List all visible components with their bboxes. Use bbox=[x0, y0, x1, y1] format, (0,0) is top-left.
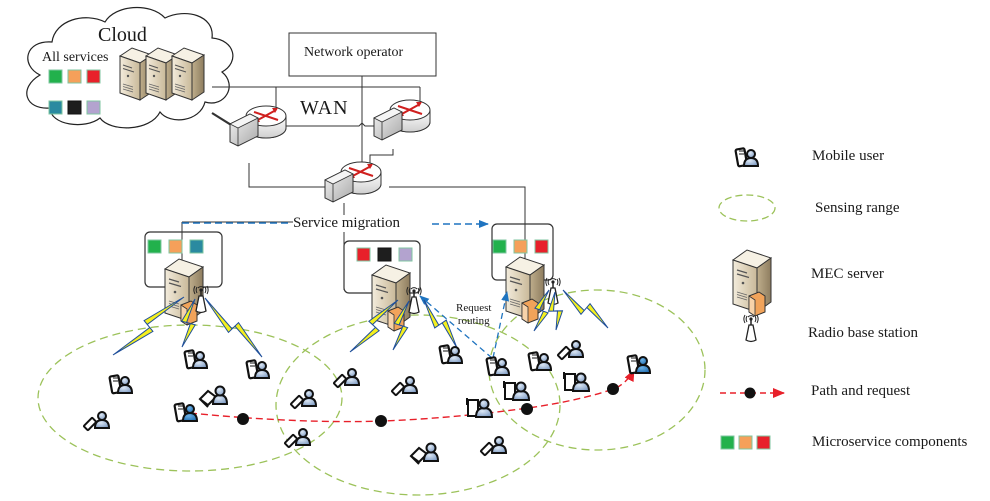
legend-label-microservice-components: Microservice components bbox=[812, 434, 968, 450]
microservice-square bbox=[738, 435, 753, 450]
edge-node-left bbox=[144, 222, 223, 326]
path-waypoint bbox=[607, 383, 619, 395]
mobile-user bbox=[245, 359, 271, 380]
router-center bbox=[324, 161, 382, 203]
mobile-user bbox=[556, 340, 584, 361]
legend-label-mec-server: MEC server bbox=[811, 266, 884, 282]
cloud-title: Cloud bbox=[98, 24, 147, 46]
mobile-user bbox=[503, 380, 530, 401]
mobile-user bbox=[466, 397, 493, 418]
microservice-square bbox=[398, 247, 413, 262]
mobile-user bbox=[479, 436, 507, 457]
radio-base-station-icon bbox=[743, 314, 759, 343]
sensing-range-middle bbox=[275, 314, 561, 496]
mobile-users bbox=[82, 340, 652, 465]
microservice-square bbox=[513, 239, 528, 254]
mobile-user bbox=[199, 385, 228, 408]
mobile-user bbox=[563, 371, 590, 392]
mec-server-icon bbox=[732, 249, 772, 317]
service-square bbox=[86, 69, 101, 84]
microservice-square bbox=[534, 239, 549, 254]
mobile-user bbox=[485, 356, 511, 377]
mobile-user bbox=[289, 389, 317, 410]
wan-label: WAN bbox=[300, 97, 349, 119]
router-right bbox=[373, 99, 431, 141]
mec-server-middle bbox=[371, 264, 411, 332]
mobile-user bbox=[390, 376, 418, 397]
mobile-user-moving bbox=[173, 402, 199, 423]
network-operator-label: Network operator bbox=[304, 45, 404, 60]
mec-server-left bbox=[164, 258, 204, 326]
service-square bbox=[48, 69, 63, 84]
microservice-square bbox=[377, 247, 392, 262]
request-routing-line-1: Request bbox=[456, 302, 492, 314]
mobile-user bbox=[332, 368, 360, 389]
mobile-user-destination bbox=[626, 354, 652, 375]
microservice-square bbox=[492, 239, 507, 254]
microservice-square bbox=[756, 435, 771, 450]
mec-architecture-diagram bbox=[26, 6, 785, 496]
mobile-user bbox=[183, 349, 209, 370]
request-routing-line-2: routing bbox=[457, 315, 490, 327]
microservice-square bbox=[720, 435, 735, 450]
microservice-square bbox=[189, 239, 204, 254]
mobile-user bbox=[527, 351, 553, 372]
router-left bbox=[229, 105, 287, 147]
edge-node-middle bbox=[343, 240, 422, 332]
microservice-square bbox=[168, 239, 183, 254]
wireless-link-bolt bbox=[204, 297, 263, 358]
wan-links bbox=[181, 32, 526, 291]
service-square bbox=[67, 100, 82, 115]
mobile-user-icon bbox=[734, 147, 760, 168]
legend-label-path-and-request: Path and request bbox=[811, 383, 911, 399]
legend bbox=[718, 147, 785, 450]
mec-server-right bbox=[505, 256, 545, 324]
sensing-range-icon bbox=[718, 194, 776, 222]
all-services-label: All services bbox=[42, 50, 109, 65]
request-routing-label: Request routing bbox=[456, 302, 491, 328]
microservice-components-icon bbox=[720, 435, 771, 450]
wireless-link-bolt bbox=[562, 289, 609, 329]
service-square bbox=[86, 100, 101, 115]
mobile-user bbox=[438, 344, 464, 365]
mobile-user bbox=[82, 411, 110, 432]
cloud-server-3 bbox=[171, 47, 205, 101]
service-square bbox=[67, 69, 82, 84]
path-request-icon bbox=[720, 387, 785, 399]
path-waypoint bbox=[521, 403, 533, 415]
legend-label-mobile-user: Mobile user bbox=[812, 148, 885, 164]
path-waypoint bbox=[375, 415, 387, 427]
legend-label-radio-base-station: Radio base station bbox=[808, 325, 918, 341]
service-migration-label: Service migration bbox=[293, 215, 401, 232]
mobile-user bbox=[410, 442, 439, 465]
microservice-square bbox=[147, 239, 162, 254]
service-square bbox=[48, 100, 63, 115]
mobile-user bbox=[283, 428, 311, 449]
mobile-user bbox=[108, 374, 134, 395]
path-waypoint bbox=[237, 413, 249, 425]
legend-label-sensing-range: Sensing range bbox=[815, 200, 900, 216]
microservice-square bbox=[356, 247, 371, 262]
